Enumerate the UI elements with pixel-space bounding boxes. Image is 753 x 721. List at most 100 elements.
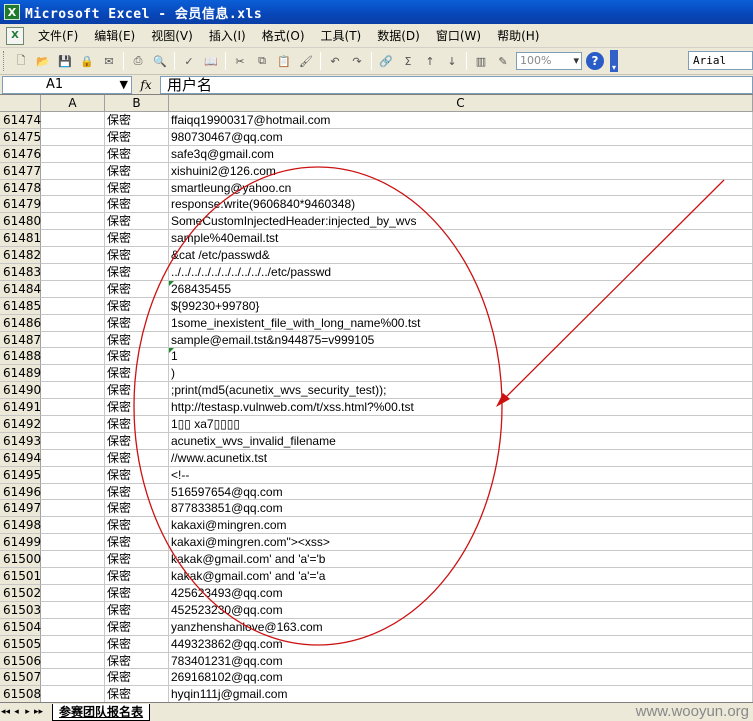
cell-a[interactable] (41, 466, 105, 484)
cell-c[interactable]: &cat /etc/passwd& (169, 247, 753, 265)
cell-c[interactable]: sample@email.tst&n944875=v999105 (169, 331, 753, 349)
cell-b[interactable]: 保密 (105, 618, 169, 636)
row-number[interactable]: 61508 (0, 686, 41, 702)
cell-c[interactable]: ../../../../../../../../../../etc/passwd (169, 264, 753, 281)
toolbar-overflow-button[interactable]: ▾ (610, 50, 618, 72)
cell-a[interactable] (41, 213, 105, 231)
cell-b[interactable]: 保密 (105, 466, 169, 484)
help-icon[interactable]: ? (586, 52, 604, 70)
cell-b[interactable]: 保密 (105, 264, 169, 281)
cell-a[interactable] (41, 297, 105, 315)
cell-b[interactable]: 保密 (105, 483, 169, 501)
permission-icon[interactable]: 🔒 (77, 51, 97, 71)
row-number[interactable]: 61506 (0, 652, 41, 670)
cell-c[interactable]: SomeCustomInjectedHeader:injected_by_wvs (169, 213, 753, 231)
row-number[interactable]: 61495 (0, 466, 41, 484)
cell-a[interactable] (41, 162, 105, 180)
row-number[interactable]: 61493 (0, 432, 41, 450)
cell-a[interactable] (41, 314, 105, 332)
menu-insert[interactable]: 插入(I) (201, 26, 254, 46)
cell-b[interactable]: 保密 (105, 517, 169, 535)
cell-a[interactable] (41, 517, 105, 535)
cell-b[interactable]: 保密 (105, 230, 169, 248)
email-icon[interactable]: ✉ (99, 51, 119, 71)
cell-c[interactable]: 268435455 (169, 280, 753, 298)
cut-icon[interactable]: ✂ (230, 51, 250, 71)
cell-b[interactable]: 保密 (105, 432, 169, 450)
row-number[interactable]: 61488 (0, 348, 41, 366)
spelling-icon[interactable]: ✓ (179, 51, 199, 71)
cell-c[interactable]: 516597654@qq.com (169, 483, 753, 501)
first-sheet-button[interactable]: ◂◂ (0, 707, 11, 717)
cell-c[interactable]: safe3q@gmail.com (169, 145, 753, 163)
drawing-icon[interactable]: ✎ (493, 51, 513, 71)
cell-a[interactable] (41, 618, 105, 636)
cell-c[interactable]: smartleung@yahoo.cn (169, 179, 753, 197)
save-icon[interactable]: 💾 (55, 51, 75, 71)
menu-window[interactable]: 窗口(W) (428, 26, 489, 46)
cell-a[interactable] (41, 382, 105, 400)
cell-b[interactable]: 保密 (105, 145, 169, 163)
cell-c[interactable]: http://testasp.vulnweb.com/t/xss.html?%0… (169, 399, 753, 417)
cell-c[interactable]: xishuini2@126.com (169, 162, 753, 180)
autosum-icon[interactable]: Σ (398, 51, 418, 71)
menu-view[interactable]: 视图(V) (143, 26, 201, 46)
cell-a[interactable] (41, 568, 105, 585)
menu-edit[interactable]: 编辑(E) (86, 26, 143, 46)
cell-a[interactable] (41, 534, 105, 552)
cell-b[interactable]: 保密 (105, 196, 169, 214)
menu-help[interactable]: 帮助(H) (489, 26, 547, 46)
cell-a[interactable] (41, 551, 105, 569)
cell-b[interactable]: 保密 (105, 500, 169, 518)
row-number[interactable]: 61487 (0, 331, 41, 349)
cell-a[interactable] (41, 179, 105, 197)
print-icon[interactable]: ⎙ (128, 51, 148, 71)
row-number[interactable]: 61483 (0, 264, 41, 281)
row-number[interactable]: 61481 (0, 230, 41, 248)
cell-a[interactable] (41, 686, 105, 702)
cell-a[interactable] (41, 483, 105, 501)
zoom-select[interactable]: 100% (516, 52, 582, 70)
row-number[interactable]: 61474 (0, 112, 41, 129)
cell-b[interactable]: 保密 (105, 551, 169, 569)
cell-a[interactable] (41, 601, 105, 619)
cell-a[interactable] (41, 264, 105, 281)
cell-b[interactable]: 保密 (105, 112, 169, 129)
cell-a[interactable] (41, 365, 105, 383)
open-icon[interactable]: 📂 (33, 51, 53, 71)
cell-b[interactable]: 保密 (105, 162, 169, 180)
cell-c[interactable]: 1▯▯ xa7▯▯▯▯ (169, 416, 753, 433)
cell-a[interactable] (41, 230, 105, 248)
cell-c[interactable]: 452523230@qq.com (169, 601, 753, 619)
paste-icon[interactable]: 📋 (274, 51, 294, 71)
row-number[interactable]: 61475 (0, 128, 41, 146)
row-number[interactable]: 61500 (0, 551, 41, 569)
cell-c[interactable]: kakaxi@mingren.com (169, 517, 753, 535)
row-number[interactable]: 61486 (0, 314, 41, 332)
cell-b[interactable]: 保密 (105, 449, 169, 467)
chevron-down-icon[interactable]: ▼ (120, 77, 128, 93)
row-number[interactable]: 61489 (0, 365, 41, 383)
cell-c[interactable]: ffaiqq19900317@hotmail.com (169, 112, 753, 129)
cell-c[interactable]: 980730467@qq.com (169, 128, 753, 146)
copy-icon[interactable]: ⧉ (252, 51, 272, 71)
menu-tools[interactable]: 工具(T) (313, 26, 370, 46)
cell-b[interactable]: 保密 (105, 213, 169, 231)
cell-b[interactable]: 保密 (105, 601, 169, 619)
undo-icon[interactable]: ↶ (325, 51, 345, 71)
row-number[interactable]: 61477 (0, 162, 41, 180)
cell-a[interactable] (41, 416, 105, 433)
excel-app-icon[interactable]: X (4, 4, 20, 20)
menu-file[interactable]: 文件(F) (30, 26, 86, 46)
cell-a[interactable] (41, 500, 105, 518)
cell-a[interactable] (41, 669, 105, 687)
cell-b[interactable]: 保密 (105, 297, 169, 315)
cell-b[interactable]: 保密 (105, 348, 169, 366)
cell-b[interactable]: 保密 (105, 365, 169, 383)
chart-wizard-icon[interactable]: ▥ (471, 51, 491, 71)
prev-sheet-button[interactable]: ◂ (11, 707, 22, 717)
workbook-icon[interactable]: X (6, 26, 24, 45)
cell-c[interactable]: ${99230+99780} (169, 297, 753, 315)
cell-b[interactable]: 保密 (105, 652, 169, 670)
cell-b[interactable]: 保密 (105, 247, 169, 265)
